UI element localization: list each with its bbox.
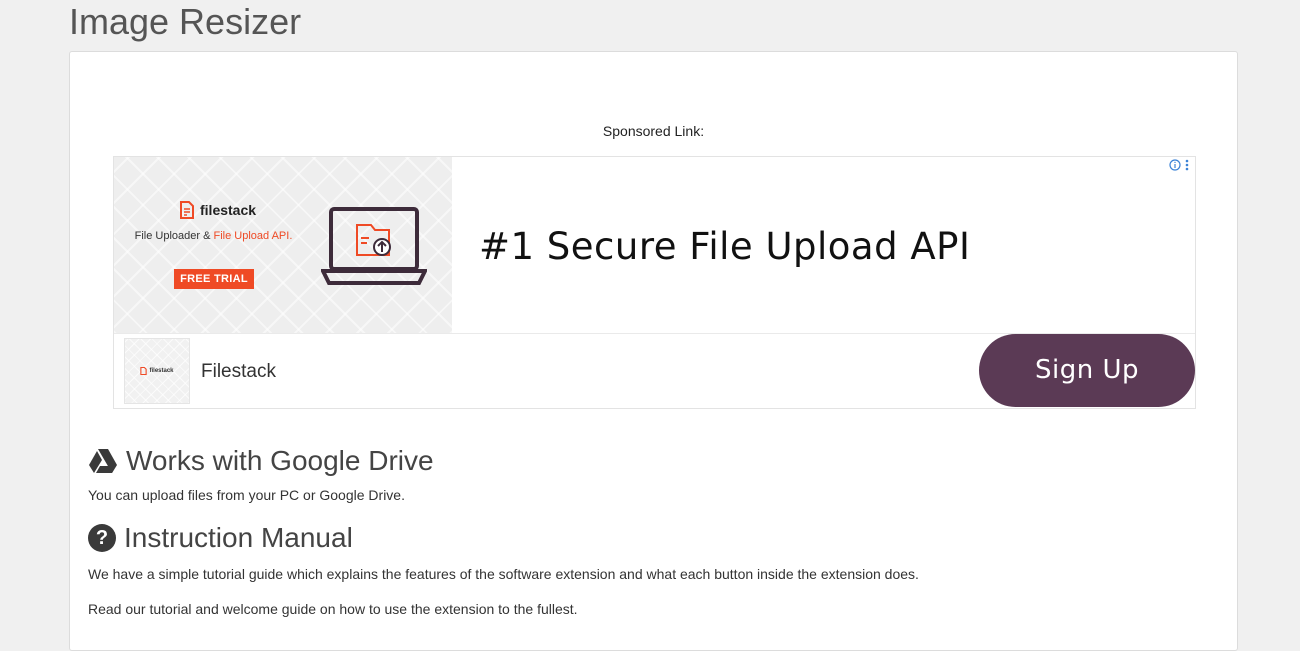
drive-heading: Works with Google Drive: [88, 445, 434, 477]
main-card: Sponsored Link: filestack File Uploader …: [69, 51, 1238, 651]
filestack-logo-icon: [140, 367, 148, 375]
manual-heading-text: Instruction Manual: [124, 522, 353, 553]
drive-description: You can upload files from your PC or Goo…: [88, 487, 405, 503]
filestack-logo-icon: [180, 201, 194, 219]
ad-subtitle-prefix: File Uploader &: [134, 230, 214, 242]
manual-guide-text: Read our tutorial and welcome guide on h…: [88, 601, 578, 617]
ad-subtitle: File Uploader & File Upload API.: [132, 230, 295, 243]
sign-up-button[interactable]: Sign Up: [979, 334, 1195, 407]
drive-heading-text: Works with Google Drive: [126, 445, 434, 476]
page-title: Image Resizer: [69, 1, 302, 42]
manual-description: We have a simple tutorial guide which ex…: [88, 566, 919, 582]
ad-banner[interactable]: filestack File Uploader & File Upload AP…: [114, 157, 452, 333]
ad-brand: filestack: [179, 201, 256, 219]
google-drive-icon: [89, 449, 117, 473]
laptop-upload-icon: [321, 207, 427, 285]
ad-brand-name: filestack: [200, 202, 257, 218]
sponsored-label: Sponsored Link:: [602, 123, 705, 139]
sponsored-ad[interactable]: filestack File Uploader & File Upload AP…: [113, 156, 1196, 409]
thumb-brand: filestack: [149, 368, 174, 374]
more-options-icon[interactable]: [1185, 159, 1189, 171]
free-trial-button[interactable]: FREE TRIAL: [174, 269, 254, 289]
question-icon: ?: [88, 524, 116, 552]
manual-heading: ? Instruction Manual: [88, 522, 353, 554]
advertiser-thumbnail[interactable]: filestack: [124, 338, 190, 404]
ad-subtitle-accent: File Upload API.: [213, 230, 293, 242]
advertiser-name[interactable]: Filestack: [201, 361, 276, 383]
info-icon[interactable]: [1169, 159, 1181, 171]
ad-info-controls: [1169, 159, 1189, 171]
ad-headline[interactable]: #1 Secure File Upload API: [479, 225, 970, 268]
